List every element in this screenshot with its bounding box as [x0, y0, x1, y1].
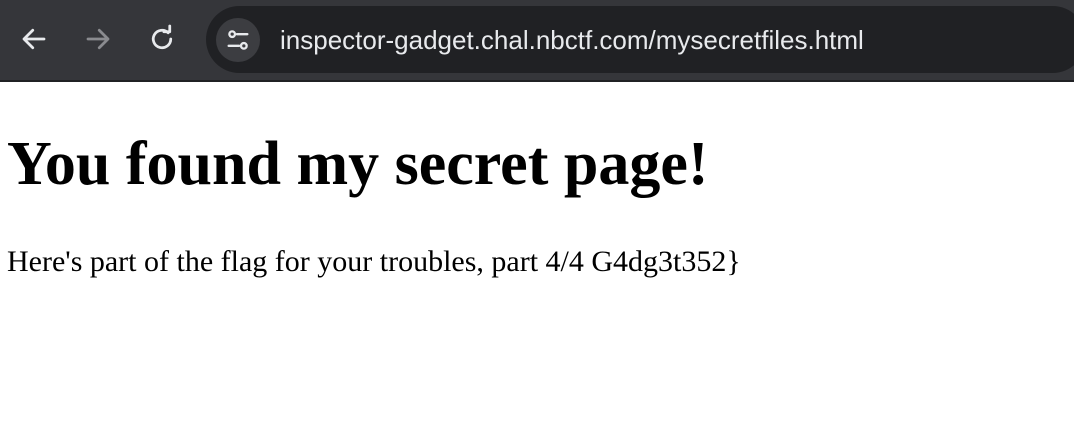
page-content: You found my secret page! Here's part of… [0, 82, 1074, 438]
site-info-button[interactable] [216, 18, 260, 62]
url-host: inspector-gadget.chal.nbctf.com [280, 25, 649, 55]
arrow-right-icon [86, 28, 110, 50]
arrow-left-icon [22, 28, 46, 50]
tune-settings-icon [227, 30, 249, 50]
reload-button[interactable] [140, 17, 184, 61]
address-bar[interactable]: inspector-gadget.chal.nbctf.com/mysecret… [206, 6, 1074, 73]
flag-paragraph: Here's part of the flag for your trouble… [7, 245, 741, 278]
url-text[interactable]: inspector-gadget.chal.nbctf.com/mysecret… [280, 23, 864, 57]
browser-toolbar: inspector-gadget.chal.nbctf.com/mysecret… [0, 0, 1074, 82]
back-button[interactable] [12, 17, 56, 61]
url-path: /mysecretfiles.html [648, 25, 864, 55]
reload-icon [151, 24, 173, 50]
forward-button[interactable] [76, 17, 120, 61]
page-title: You found my secret page! [7, 130, 709, 198]
